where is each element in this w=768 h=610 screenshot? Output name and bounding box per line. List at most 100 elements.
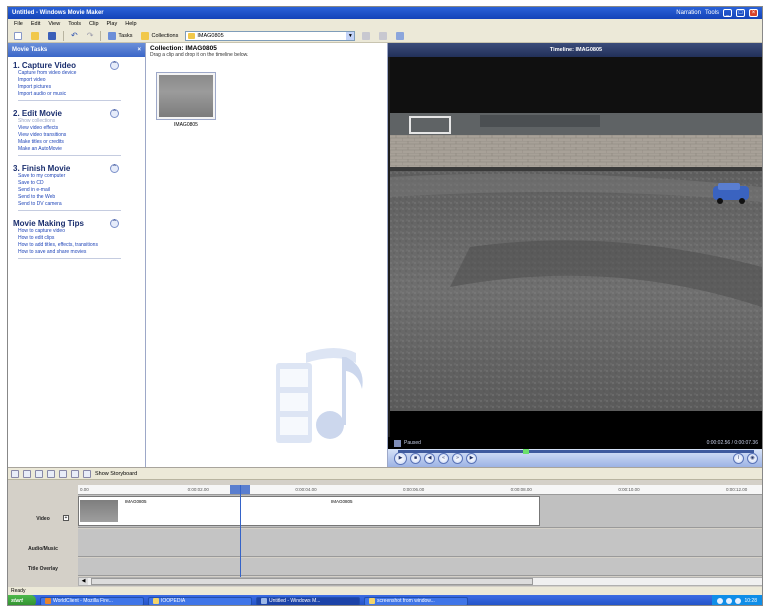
scroll-left-icon[interactable]: ◀ <box>79 578 88 585</box>
clip-thumbnail[interactable] <box>156 72 216 120</box>
snapshot-button[interactable]: ◉ <box>747 452 758 464</box>
taskbar-item[interactable]: screenshot from window... <box>364 596 468 605</box>
taskbar-item[interactable]: WorldClient - Mozilla Fire... <box>40 596 144 605</box>
previous-frame-button[interactable]: ◀ <box>424 452 435 464</box>
up-one-level-button[interactable] <box>360 30 372 41</box>
undo-button[interactable]: ↶ <box>69 30 80 41</box>
tray-icon[interactable] <box>717 598 724 604</box>
narrate-timeline-icon[interactable] <box>23 469 31 478</box>
rewind-timeline-icon[interactable] <box>59 469 67 478</box>
start-button[interactable]: start <box>8 595 36 605</box>
play-icon: ▶ <box>398 454 403 461</box>
tools-button[interactable]: Tools <box>705 10 719 16</box>
task-link[interactable]: Import video <box>18 77 145 84</box>
title-overlay-track[interactable] <box>78 558 762 576</box>
menu-edit[interactable]: Edit <box>31 21 40 27</box>
task-link[interactable]: How to edit clips <box>18 235 145 242</box>
movie-maker-window: Untitled - Windows Movie Maker Narration… <box>7 6 763 606</box>
task-link[interactable]: Send in e-mail <box>18 187 145 194</box>
maximize-icon[interactable]: □ <box>736 9 745 17</box>
set-audio-levels-icon[interactable] <box>11 469 19 478</box>
task-link[interactable]: Save to CD <box>18 180 145 187</box>
ruler-tick-label: 0.00 <box>80 487 89 492</box>
split-clip-icon[interactable] <box>394 439 401 447</box>
minimize-icon[interactable]: _ <box>723 9 732 17</box>
task-link[interactable]: Make an AutoMovie <box>18 146 145 153</box>
task-link[interactable]: Capture from video device <box>18 70 145 77</box>
collection-hint: Drag a clip and drop it on the timeline … <box>150 52 249 58</box>
task-section-title[interactable]: Movie Making Tips ⌃ <box>13 219 145 228</box>
menu-file[interactable]: File <box>14 21 23 27</box>
task-link[interactable]: How to add titles, effects, transitions <box>18 242 145 249</box>
next-frame-button[interactable]: ▶ <box>466 452 477 464</box>
new-folder-button[interactable] <box>377 30 389 41</box>
split-button[interactable]: ⌇ <box>733 452 744 464</box>
task-section-title[interactable]: 1. Capture Video ⌃ <box>13 61 145 70</box>
views-button[interactable] <box>394 30 406 41</box>
zoom-out-icon[interactable] <box>47 469 55 478</box>
save-project-button[interactable] <box>46 30 58 41</box>
play-button[interactable]: ▶ <box>394 451 407 465</box>
menu-help[interactable]: Help <box>125 21 136 27</box>
chevron-up-icon[interactable]: ⌃ <box>110 61 119 70</box>
task-link[interactable]: Send to DV camera <box>18 201 145 208</box>
stop-button[interactable]: ■ <box>410 452 421 464</box>
task-section: Movie Making Tips ⌃ How to capture video Ho… <box>8 219 145 263</box>
zoom-in-icon[interactable] <box>35 469 43 478</box>
chevron-up-icon[interactable]: ⌃ <box>110 219 119 228</box>
expand-track-icon[interactable]: + <box>63 515 69 521</box>
task-link[interactable]: How to capture video <box>18 228 145 235</box>
tasks-button[interactable]: Tasks <box>106 30 134 41</box>
task-link[interactable]: View video effects <box>18 125 145 132</box>
audio-track[interactable] <box>78 529 762 557</box>
taskbar-item[interactable]: IOOPEDIA <box>148 596 252 605</box>
storyboard-icon[interactable] <box>83 469 91 478</box>
chevron-up-icon[interactable]: ⌃ <box>110 164 119 173</box>
menu-tools[interactable]: Tools <box>68 21 81 27</box>
task-link[interactable]: Import pictures <box>18 84 145 91</box>
task-link[interactable]: Save to my computer <box>18 173 145 180</box>
task-section-title[interactable]: 2. Edit Movie ⌃ <box>13 109 145 118</box>
up-folder-icon <box>362 31 371 40</box>
chevron-up-icon[interactable]: ⌃ <box>110 109 119 118</box>
volume-icon[interactable] <box>735 598 742 604</box>
redo-button[interactable]: ↷ <box>85 30 96 41</box>
task-link[interactable]: How to save and share movies <box>18 249 145 256</box>
show-storyboard-button[interactable]: Show Storyboard <box>95 471 137 477</box>
open-project-button[interactable] <box>29 30 41 41</box>
new-project-button[interactable] <box>12 30 24 41</box>
task-link[interactable]: Send to the Web <box>18 194 145 201</box>
task-link[interactable]: View video transitions <box>18 132 145 139</box>
task-link[interactable]: Make titles or credits <box>18 139 145 146</box>
close-icon[interactable]: × <box>749 9 758 17</box>
seek-bar[interactable] <box>398 449 754 454</box>
ruler-tick-label: 0:00:08.00 <box>510 487 532 492</box>
scrollbar-thumb[interactable] <box>91 578 533 585</box>
clip-name: IMAG0805 <box>125 499 147 504</box>
playhead[interactable] <box>240 485 241 577</box>
windows-taskbar: start WorldClient - Mozilla Fire... IOOPE… <box>8 595 762 605</box>
task-section-title[interactable]: 3. Finish Movie ⌃ <box>13 164 145 173</box>
preview-monitor: Timeline: IMAG0805 Paused 0:00:02.56 / 0… <box>388 43 762 467</box>
collection-dropdown[interactable]: IMAG0805 ▼ <box>185 30 356 41</box>
close-icon[interactable]: × <box>137 47 141 53</box>
tray-icon[interactable] <box>726 598 733 604</box>
video-track[interactable]: IMAG0805 IMAG0805 <box>78 495 762 528</box>
collections-button[interactable]: Collections <box>139 30 180 41</box>
menu-view[interactable]: View <box>48 21 60 27</box>
task-link[interactable]: Import audio or music <box>18 91 145 98</box>
play-timeline-icon[interactable] <box>71 469 79 478</box>
fast-forward-button[interactable]: » <box>452 452 463 464</box>
narration-button[interactable]: Narration <box>676 10 701 16</box>
camera-icon: ◉ <box>750 454 755 461</box>
taskbar-item[interactable]: Untitled - Windows M... <box>256 596 360 605</box>
timeline-scrollbar[interactable]: ◀ <box>78 577 762 586</box>
rewind-button[interactable]: « <box>438 452 449 464</box>
time-ruler[interactable]: 0.00 0:00:02.00 0:00:04.00 0:00:06.00 0:00:0… <box>78 485 762 495</box>
ruler-tick-label: 0:00:12.00 <box>726 487 748 492</box>
menu-clip[interactable]: Clip <box>89 21 98 27</box>
next-icon: ▶ <box>469 454 474 461</box>
seek-knob[interactable] <box>522 449 529 454</box>
menu-play[interactable]: Play <box>107 21 118 27</box>
timeline-clip[interactable]: IMAG0805 IMAG0805 <box>78 496 540 526</box>
